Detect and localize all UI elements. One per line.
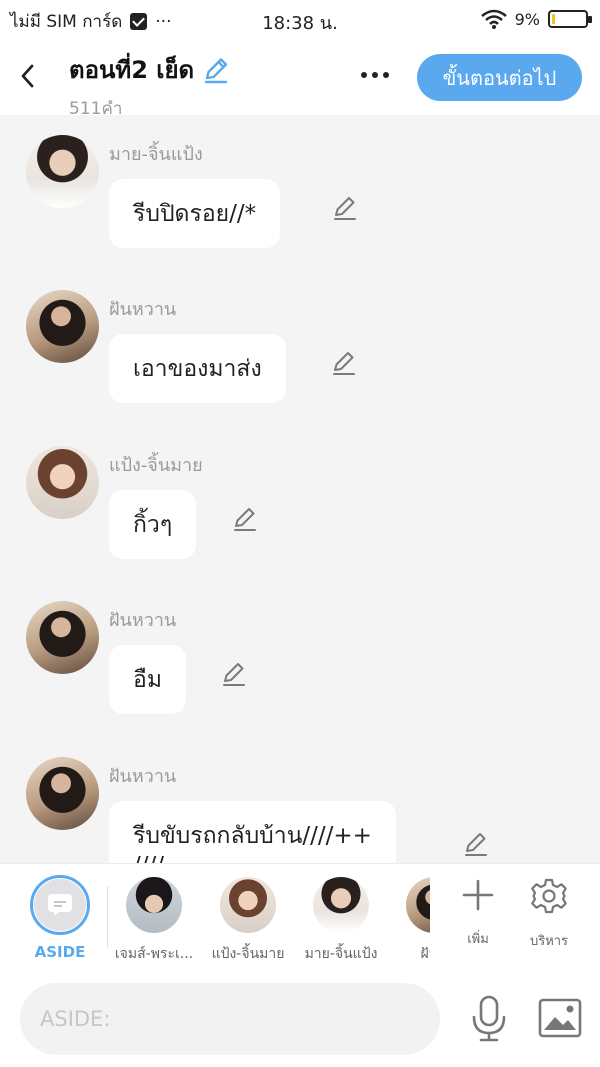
edit-message-icon[interactable] <box>221 661 247 687</box>
edit-title-icon[interactable] <box>202 56 230 84</box>
character-name: เจมส์-พระเ... <box>114 946 194 962</box>
dot <box>361 72 367 78</box>
chevron-left-icon <box>21 64 34 88</box>
message-input[interactable] <box>20 983 440 1055</box>
wifi-icon <box>480 9 507 29</box>
input-bar <box>0 971 600 1067</box>
character-avatar <box>406 877 430 933</box>
message-line: รีบขับรถกลับบ้าน////++ <box>133 823 372 849</box>
message-bubble[interactable]: อืม <box>109 645 186 714</box>
edit-message-icon[interactable] <box>331 350 357 376</box>
page-title: ตอนที่2 เย็ด <box>69 56 195 84</box>
message-text: รีบขับรถกลับบ้าน////++ //// <box>133 821 372 863</box>
character-name: แป้ง-จิ้นมาย <box>211 946 285 962</box>
status-bar: ไม่มี SIM การ์ด ··· 18:38 น. 9% <box>0 0 600 40</box>
manage-button[interactable]: บริหาร <box>519 878 579 951</box>
avatar[interactable] <box>26 290 99 363</box>
aside-avatar-inner <box>34 879 86 931</box>
character-item[interactable]: เจมส์-พระเ... <box>108 877 204 965</box>
add-character-button[interactable]: เพิ่ม <box>448 878 508 949</box>
back-button[interactable] <box>12 58 42 94</box>
message-bubble[interactable]: รีบปิดรอย//* <box>109 179 281 248</box>
character-item[interactable]: มาย-จิ้นแป้ง <box>291 877 391 965</box>
character-list[interactable]: เจมส์-พระเ... แป้ง-จิ้นมาย มาย-จิ้นแป้ง … <box>108 864 430 972</box>
add-label: เพิ่ม <box>467 932 489 947</box>
sender-name: มาย-จิ้นแป้ง <box>109 144 203 165</box>
gear-icon <box>531 878 567 914</box>
edit-message-icon[interactable] <box>232 506 258 532</box>
dot <box>383 72 389 78</box>
character-item[interactable]: ฝันห <box>384 877 430 965</box>
title-block: ตอนที่2 เย็ด 511คำ <box>69 50 230 122</box>
character-name: ฝันห <box>420 946 430 962</box>
dot <box>372 72 378 78</box>
character-avatar <box>313 877 369 933</box>
character-item[interactable]: แป้ง-จิ้นมาย <box>198 877 298 965</box>
more-options-button[interactable] <box>355 62 395 88</box>
message-bubble[interactable]: กิ้วๆ <box>109 490 197 559</box>
avatar[interactable] <box>26 757 99 830</box>
avatar[interactable] <box>26 446 99 519</box>
status-right: 9% <box>480 9 592 29</box>
message-line: //// <box>133 851 372 863</box>
character-avatar <box>126 877 182 933</box>
sender-name: ฝันหวาน <box>109 610 177 631</box>
battery-percent: 9% <box>514 9 540 29</box>
character-name: มาย-จิ้นแป้ง <box>304 946 378 962</box>
edit-message-icon[interactable] <box>463 831 489 857</box>
aside-label: ASIDE <box>34 943 86 961</box>
character-bar: ASIDE เจมส์-พระเ... แป้ง-จิ้นมาย มาย-จิ้… <box>0 863 600 971</box>
chat-area[interactable]: มาย-จิ้นแป้ง รีบปิดรอย//* ฝันหวาน เอาของ… <box>0 115 600 863</box>
message-bubble[interactable]: เอาของมาส่ง <box>109 334 286 403</box>
aside-avatar <box>30 875 90 935</box>
avatar[interactable] <box>26 601 99 674</box>
manage-label: บริหาร <box>529 934 569 949</box>
header: ตอนที่2 เย็ด 511คำ ขั้นตอนต่อไป <box>0 40 600 119</box>
image-icon[interactable] <box>538 998 582 1038</box>
sender-name: แป้ง-จิ้นมาย <box>109 455 203 476</box>
character-avatar <box>220 877 276 933</box>
battery-icon <box>548 10 592 28</box>
plus-icon <box>462 879 494 911</box>
aside-character[interactable]: ASIDE <box>30 875 90 961</box>
page-title-row: ตอนที่2 เย็ด <box>69 50 230 89</box>
battery-level <box>552 14 555 24</box>
microphone-icon[interactable] <box>468 995 510 1043</box>
sender-name: ฝันหวาน <box>109 299 177 320</box>
aside-chat-icon <box>48 894 72 916</box>
next-step-button[interactable]: ขั้นตอนต่อไป <box>417 54 582 101</box>
sender-name: ฝันหวาน <box>109 766 177 787</box>
message-bubble[interactable]: รีบขับรถกลับบ้าน////++ //// <box>109 801 396 863</box>
edit-message-icon[interactable] <box>332 195 358 221</box>
avatar[interactable] <box>26 135 99 208</box>
